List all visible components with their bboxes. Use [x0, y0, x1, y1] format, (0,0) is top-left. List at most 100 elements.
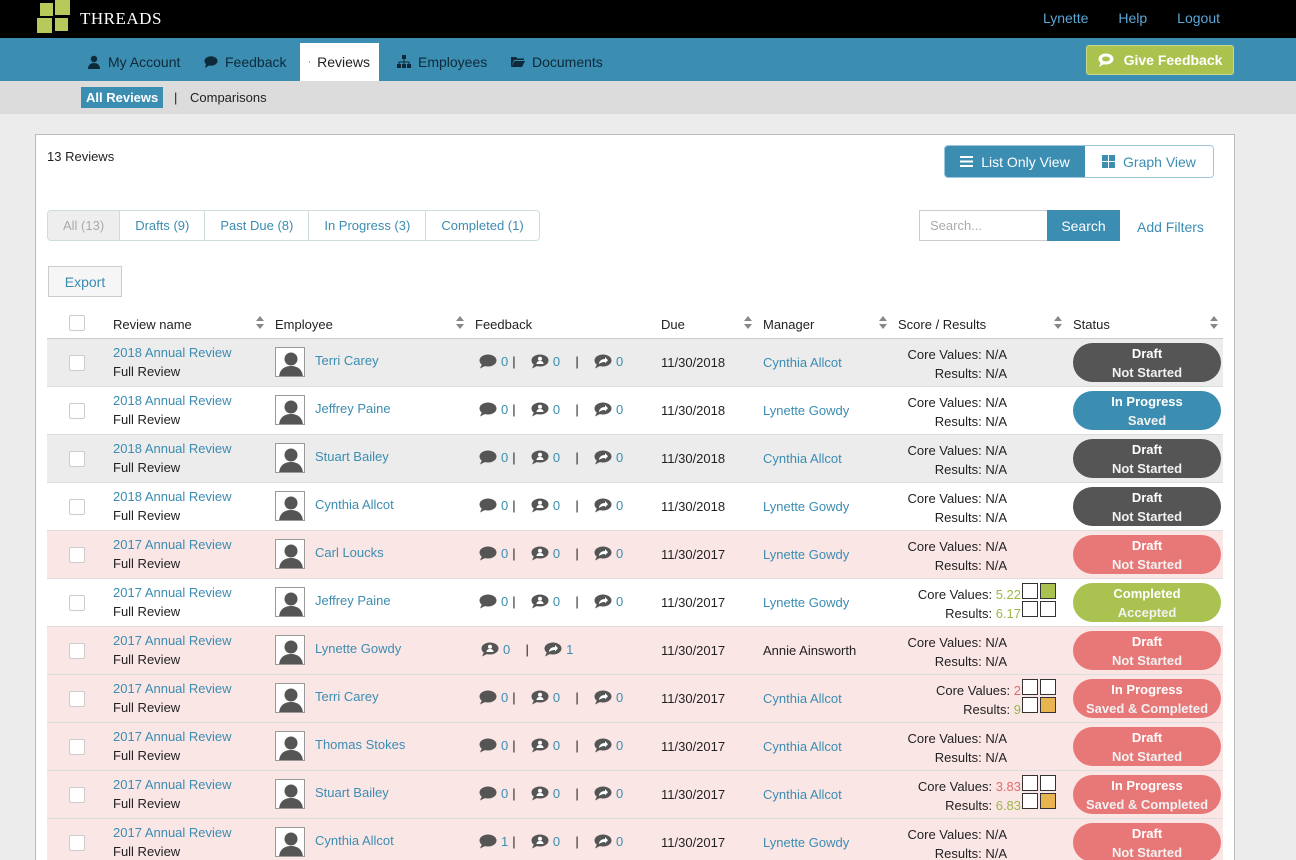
table-row[interactable]: 2017 Annual Review Full Review Thomas Stok… — [47, 723, 1223, 771]
employee-link[interactable]: Carl Loucks — [315, 545, 384, 560]
table-row[interactable]: 2018 Annual Review Full Review Terri Carey… — [47, 339, 1223, 387]
row-checkbox[interactable] — [69, 787, 85, 803]
nav-employees[interactable]: Employees — [388, 43, 496, 81]
status-badge[interactable]: In Progress Saved — [1073, 391, 1221, 430]
nav-documents[interactable]: Documents — [502, 43, 612, 81]
status-badge[interactable]: In Progress Saved & Completed — [1073, 679, 1221, 718]
status-badge[interactable]: Draft Not Started — [1073, 439, 1221, 478]
nav-feedback[interactable]: Feedback — [195, 43, 295, 81]
manager-link[interactable]: Cynthia Allcot — [763, 355, 842, 370]
header-employee[interactable]: Employee — [275, 317, 333, 332]
row-checkbox[interactable] — [69, 739, 85, 755]
sort-icon[interactable] — [1054, 316, 1062, 330]
request-count[interactable]: 0 — [553, 738, 560, 753]
subnav-comparisons[interactable]: Comparisons — [190, 90, 267, 105]
row-checkbox[interactable] — [69, 643, 85, 659]
shared-count[interactable]: 0 — [616, 450, 623, 465]
manager-link[interactable]: Lynette Gowdy — [763, 547, 849, 562]
request-count[interactable]: 0 — [553, 594, 560, 609]
request-count[interactable]: 0 — [553, 450, 560, 465]
header-score[interactable]: Score / Results — [898, 317, 986, 332]
sort-icon[interactable] — [879, 316, 887, 330]
comment-count[interactable]: 0 — [501, 594, 508, 609]
request-count[interactable]: 0 — [553, 546, 560, 561]
sort-icon[interactable] — [256, 316, 264, 330]
request-count[interactable]: 0 — [553, 690, 560, 705]
help-link[interactable]: Help — [1118, 10, 1147, 26]
header-review-name[interactable]: Review name — [113, 317, 192, 332]
review-name-link[interactable]: 2017 Annual Review — [113, 585, 232, 600]
comment-count[interactable]: 1 — [501, 834, 508, 849]
row-checkbox[interactable] — [69, 691, 85, 707]
comment-count[interactable]: 0 — [501, 690, 508, 705]
shared-count[interactable]: 0 — [616, 402, 623, 417]
table-row[interactable]: 2017 Annual Review Full Review Jeffrey Pai… — [47, 579, 1223, 627]
request-count[interactable]: 0 — [503, 642, 510, 657]
shared-count[interactable]: 0 — [616, 498, 623, 513]
row-checkbox[interactable] — [69, 547, 85, 563]
threads-logo-icon[interactable] — [37, 0, 73, 36]
shared-count[interactable]: 0 — [616, 738, 623, 753]
employee-link[interactable]: Terri Carey — [315, 353, 379, 368]
review-name-link[interactable]: 2018 Annual Review — [113, 345, 232, 360]
status-badge[interactable]: Draft Not Started — [1073, 823, 1221, 860]
sort-icon[interactable] — [456, 316, 464, 330]
user-link[interactable]: Lynette — [1043, 10, 1088, 26]
row-checkbox[interactable] — [69, 499, 85, 515]
shared-count[interactable]: 0 — [616, 786, 623, 801]
comment-count[interactable]: 0 — [501, 738, 508, 753]
manager-link[interactable]: Lynette Gowdy — [763, 403, 849, 418]
nav-my-account[interactable]: My Account — [78, 43, 189, 81]
request-count[interactable]: 0 — [553, 402, 560, 417]
shared-count[interactable]: 0 — [616, 690, 623, 705]
header-due[interactable]: Due — [661, 317, 685, 332]
employee-link[interactable]: Cynthia Allcot — [315, 497, 394, 512]
filter-completed[interactable]: Completed (1) — [425, 211, 538, 240]
employee-link[interactable]: Stuart Bailey — [315, 449, 389, 464]
shared-count[interactable]: 1 — [566, 642, 573, 657]
status-badge[interactable]: Completed Accepted — [1073, 583, 1221, 622]
shared-count[interactable]: 0 — [616, 834, 623, 849]
row-checkbox[interactable] — [69, 595, 85, 611]
employee-link[interactable]: Stuart Bailey — [315, 785, 389, 800]
review-name-link[interactable]: 2017 Annual Review — [113, 825, 232, 840]
row-checkbox[interactable] — [69, 835, 85, 851]
employee-link[interactable]: Thomas Stokes — [315, 737, 405, 752]
status-badge[interactable]: Draft Not Started — [1073, 535, 1221, 574]
export-button[interactable]: Export — [48, 266, 122, 297]
table-row[interactable]: 2017 Annual Review Full Review Terri Carey… — [47, 675, 1223, 723]
employee-link[interactable]: Lynette Gowdy — [315, 641, 401, 656]
shared-count[interactable]: 0 — [616, 594, 623, 609]
filter-in-progress[interactable]: In Progress (3) — [308, 211, 425, 240]
review-name-link[interactable]: 2017 Annual Review — [113, 729, 232, 744]
manager-link[interactable]: Cynthia Allcot — [763, 451, 842, 466]
header-status[interactable]: Status — [1073, 317, 1110, 332]
subnav-all-reviews[interactable]: All Reviews — [81, 87, 164, 108]
employee-link[interactable]: Jeffrey Paine — [315, 593, 391, 608]
review-name-link[interactable]: 2017 Annual Review — [113, 681, 232, 696]
graph-view-button[interactable]: Graph View — [1084, 146, 1213, 177]
table-row[interactable]: 2018 Annual Review Full Review Jeffrey Pai… — [47, 387, 1223, 435]
list-only-view-button[interactable]: List Only View — [945, 146, 1085, 177]
table-row[interactable]: 2017 Annual Review Full Review Cynthia All… — [47, 819, 1223, 860]
table-row[interactable]: 2018 Annual Review Full Review Cynthia All… — [47, 483, 1223, 531]
review-name-link[interactable]: 2017 Annual Review — [113, 633, 232, 648]
request-count[interactable]: 0 — [553, 834, 560, 849]
select-all-checkbox[interactable] — [69, 315, 85, 331]
header-manager[interactable]: Manager — [763, 317, 814, 332]
row-checkbox[interactable] — [69, 451, 85, 467]
comment-count[interactable]: 0 — [501, 786, 508, 801]
manager-link[interactable]: Cynthia Allcot — [763, 691, 842, 706]
review-name-link[interactable]: 2018 Annual Review — [113, 489, 232, 504]
status-badge[interactable]: Draft Not Started — [1073, 343, 1221, 382]
table-row[interactable]: 2017 Annual Review Full Review Carl Loucks… — [47, 531, 1223, 579]
table-row[interactable]: 2017 Annual Review Full Review Stuart Bail… — [47, 771, 1223, 819]
search-button[interactable]: Search — [1047, 210, 1120, 241]
request-count[interactable]: 0 — [553, 498, 560, 513]
manager-link[interactable]: Cynthia Allcot — [763, 787, 842, 802]
sort-icon[interactable] — [1210, 316, 1218, 330]
status-badge[interactable]: Draft Not Started — [1073, 631, 1221, 670]
sort-icon[interactable] — [744, 316, 752, 330]
comment-count[interactable]: 0 — [501, 402, 508, 417]
manager-link[interactable]: Lynette Gowdy — [763, 595, 849, 610]
